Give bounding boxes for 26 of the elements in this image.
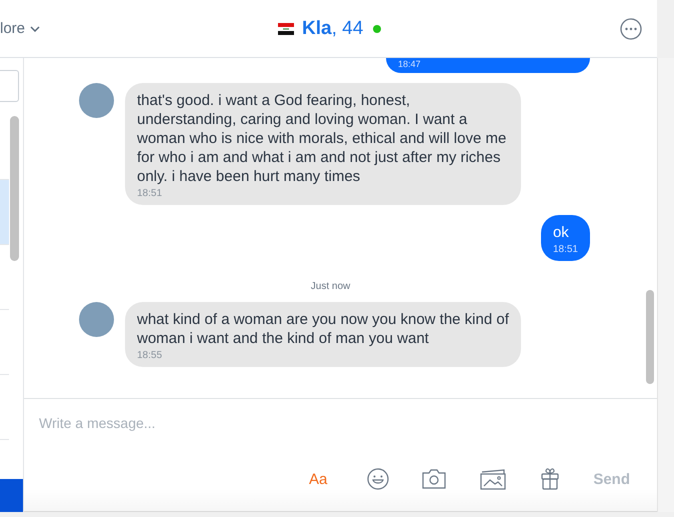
scrollbar[interactable] xyxy=(10,116,19,261)
camera-icon[interactable] xyxy=(421,468,448,490)
message-text: ok xyxy=(552,223,570,242)
message-time: 18:55 xyxy=(137,350,164,361)
message-text: that's good. i want a God fearing, honest, understanding, caring and loving woman. I want a woman who is nice with morals, ethical and will love me for who i am and what i am and not just after my riches only. i have been hurt many times xyxy=(137,91,508,186)
avatar xyxy=(79,83,114,118)
gift-icon[interactable] xyxy=(539,467,562,491)
message-time: 18:51 xyxy=(552,244,578,255)
message-time: 18:47 xyxy=(398,58,422,71)
avatar xyxy=(79,302,114,337)
scrollbar[interactable] xyxy=(646,290,654,384)
chevron-down-icon xyxy=(30,26,40,32)
message-input[interactable]: Write a message... xyxy=(24,399,657,447)
contact-name: Kla, 44 xyxy=(302,18,364,40)
image-icon[interactable] xyxy=(479,468,508,490)
message-time: 18:51 xyxy=(137,188,164,199)
message-text: what kind of a woman are you now you know the kind of woman i want and the kind of man you want xyxy=(137,310,509,348)
more-menu[interactable]: lore xyxy=(0,20,26,37)
conversation-row[interactable] xyxy=(0,180,9,245)
action-bar[interactable] xyxy=(0,479,23,512)
flag-icon xyxy=(278,22,294,34)
more-options-icon[interactable] xyxy=(620,18,642,40)
text-format-button[interactable]: Aa xyxy=(308,470,328,488)
search-field[interactable] xyxy=(0,70,19,102)
smiley-icon[interactable] xyxy=(367,468,390,490)
timestamp: Just now xyxy=(310,281,350,292)
